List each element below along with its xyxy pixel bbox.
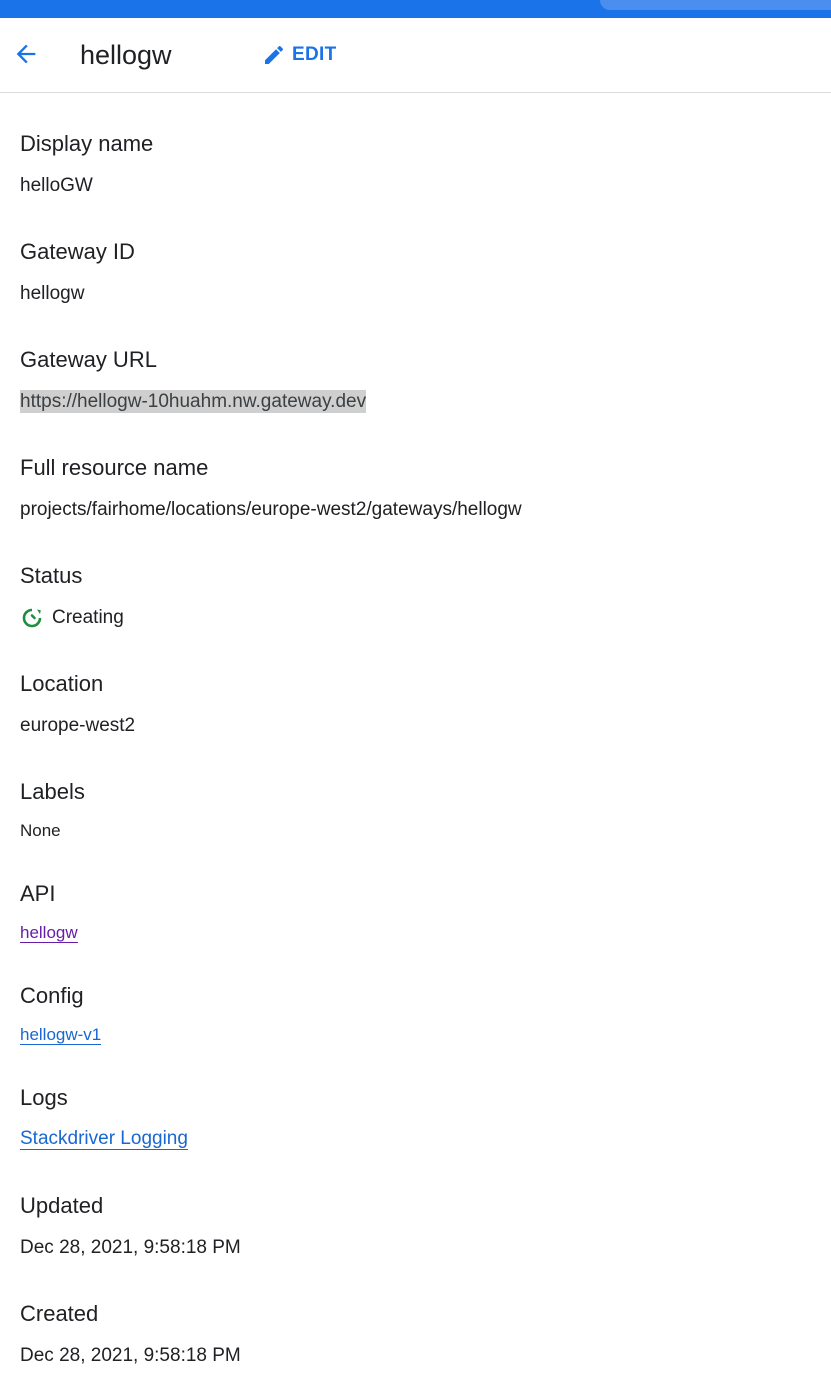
page-header: hellogw EDIT — [0, 18, 831, 93]
labels-label: Labels — [20, 779, 85, 804]
updated-label: Updated — [20, 1193, 104, 1218]
logs-link[interactable]: Stackdriver Logging — [20, 1128, 188, 1150]
labels-value: None — [20, 821, 61, 840]
search-bar-edge[interactable] — [600, 0, 831, 10]
location-label: Location — [20, 671, 104, 696]
created-label: Created — [20, 1301, 99, 1326]
status-label: Status — [20, 563, 83, 588]
field-updated: Updated Dec 28, 2021, 9:58:18 PM — [20, 1192, 241, 1261]
field-config: Config hellogw-v1 — [20, 982, 102, 1048]
status-value: Creating — [20, 605, 124, 631]
field-location: Location europe-west2 — [20, 670, 135, 739]
field-status: Status Creating — [20, 562, 124, 631]
gateway-id-value: hellogw — [20, 283, 85, 304]
config-label: Config — [20, 983, 84, 1008]
field-gateway-url: Gateway URL https://hellogw-10huahm.nw.g… — [20, 346, 367, 415]
display-name-value: helloGW — [20, 175, 93, 196]
gateway-id-label: Gateway ID — [20, 239, 135, 264]
field-gateway-id: Gateway ID hellogw — [20, 238, 135, 307]
config-link[interactable]: hellogw-v1 — [20, 1025, 102, 1045]
gateway-url-label: Gateway URL — [20, 347, 157, 372]
field-display-name: Display name helloGW — [20, 130, 153, 199]
field-logs: Logs Stackdriver Logging — [20, 1084, 188, 1152]
status-text: Creating — [52, 607, 124, 628]
back-button[interactable] — [8, 36, 44, 72]
location-value: europe-west2 — [20, 715, 136, 736]
edit-button[interactable]: EDIT — [262, 40, 336, 70]
arrow-back-icon — [16, 44, 36, 64]
edit-button-label: EDIT — [292, 44, 337, 65]
status-creating-icon — [22, 608, 42, 628]
logs-label: Logs — [20, 1085, 68, 1110]
gateway-url-value[interactable]: https://hellogw-10huahm.nw.gateway.dev — [20, 390, 367, 413]
pencil-icon — [265, 45, 284, 64]
field-labels: Labels None — [20, 778, 85, 844]
full-resource-name-label: Full resource name — [20, 455, 209, 480]
field-created: Created Dec 28, 2021, 9:58:18 PM — [20, 1300, 241, 1369]
api-link[interactable]: hellogw — [20, 923, 78, 943]
created-value: Dec 28, 2021, 9:58:18 PM — [20, 1345, 241, 1366]
api-label: API — [20, 881, 56, 906]
top-app-bar — [0, 0, 831, 18]
display-name-label: Display name — [20, 131, 154, 156]
full-resource-name-value: projects/fairhome/locations/europe-west2… — [20, 499, 522, 520]
page-title: hellogw — [80, 40, 172, 70]
updated-value: Dec 28, 2021, 9:58:18 PM — [20, 1237, 241, 1258]
field-full-resource-name: Full resource name projects/fairhome/loc… — [20, 454, 522, 523]
field-api: API hellogw — [20, 880, 78, 946]
